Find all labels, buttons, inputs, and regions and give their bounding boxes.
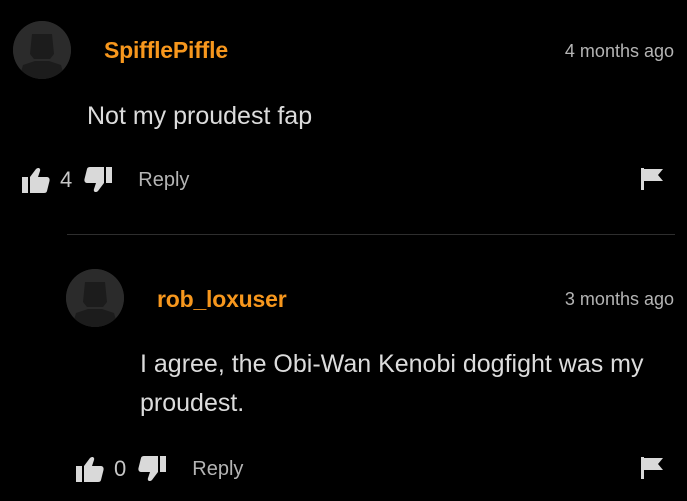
thumbs-down-icon[interactable]: [138, 456, 167, 482]
thumbs-up-icon[interactable]: [76, 456, 104, 482]
comment-actions: 4 Reply: [22, 164, 189, 196]
flag-icon[interactable]: [641, 168, 665, 195]
avatar-placeholder-icon: [66, 269, 124, 327]
username[interactable]: rob_loxuser: [157, 286, 287, 313]
avatar[interactable]: [66, 269, 124, 327]
timestamp: 4 months ago: [564, 41, 674, 61]
comment-text: Not my proudest fap: [87, 102, 313, 130]
avatar[interactable]: [13, 21, 71, 79]
username[interactable]: SpifflePiffle: [104, 37, 228, 64]
flag-icon[interactable]: [641, 457, 665, 484]
comment-text: I agree, the Obi-Wan Kenobi dogfight was…: [140, 350, 644, 417]
comment-actions: 0 Reply: [76, 453, 243, 485]
vote-count: 4: [60, 167, 73, 192]
vote-count: 0: [114, 456, 127, 481]
reply-button[interactable]: Reply: [192, 458, 243, 481]
timestamp: 3 months ago: [564, 289, 674, 309]
avatar-placeholder-icon: [13, 21, 71, 79]
reply-button[interactable]: Reply: [138, 169, 189, 192]
thumbs-down-icon[interactable]: [84, 167, 113, 193]
divider: [67, 234, 675, 235]
thumbs-up-icon[interactable]: [22, 167, 50, 193]
